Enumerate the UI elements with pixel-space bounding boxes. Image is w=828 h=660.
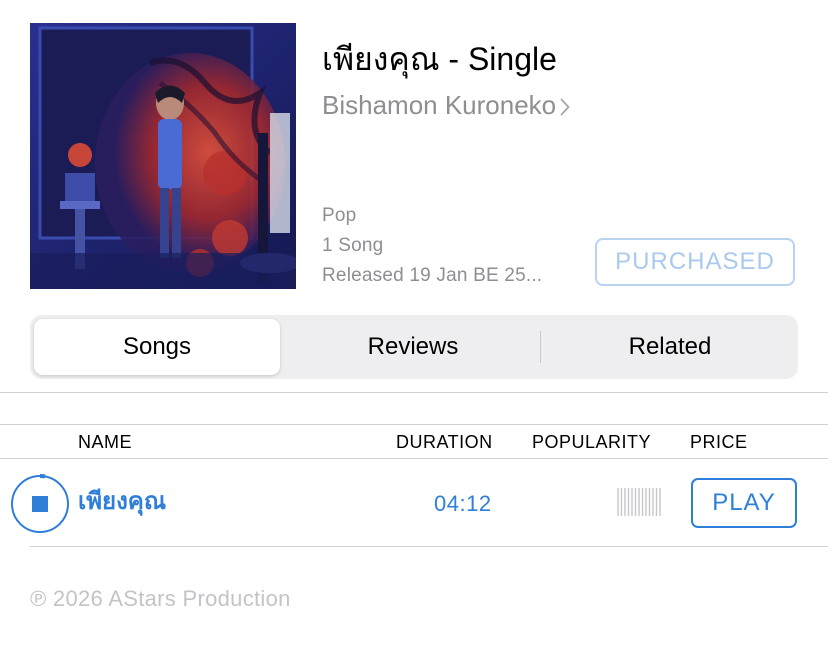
- album-title: เพียงคุณ - Single: [322, 41, 557, 77]
- artist-link[interactable]: Bishamon Kuroneko: [322, 90, 570, 121]
- column-header-price: PRICE: [690, 432, 748, 452]
- divider: [0, 392, 828, 393]
- copyright-text: ℗ 2026 AStars Production: [30, 586, 291, 611]
- divider: [0, 424, 828, 425]
- divider: [30, 546, 828, 547]
- song-count: 1 Song: [322, 235, 384, 256]
- column-header-name: NAME: [78, 432, 133, 452]
- song-title: เพียงคุณ: [78, 488, 167, 515]
- tab-songs[interactable]: Songs: [34, 319, 280, 375]
- divider: [0, 458, 828, 459]
- stop-icon[interactable]: [10, 474, 70, 534]
- song-duration: 04:12: [434, 491, 492, 516]
- genre-label: Pop: [322, 205, 357, 226]
- purchased-button[interactable]: PURCHASED: [595, 238, 795, 286]
- tab-reviews[interactable]: Reviews: [286, 319, 540, 375]
- tab-divider: [540, 331, 541, 363]
- chevron-right-icon: [560, 98, 570, 115]
- play-button[interactable]: PLAY: [691, 478, 797, 528]
- popularity-bars-icon: [617, 488, 661, 516]
- column-header-popularity: POPULARITY: [532, 432, 652, 452]
- album-artwork: [30, 23, 296, 289]
- tab-related[interactable]: Related: [542, 319, 798, 375]
- artist-name: Bishamon Kuroneko: [322, 90, 557, 120]
- tab-bar: Songs Reviews Related: [30, 315, 798, 379]
- release-date: Released 19 Jan BE 25...: [322, 265, 543, 286]
- column-header-duration: DURATION: [396, 432, 493, 452]
